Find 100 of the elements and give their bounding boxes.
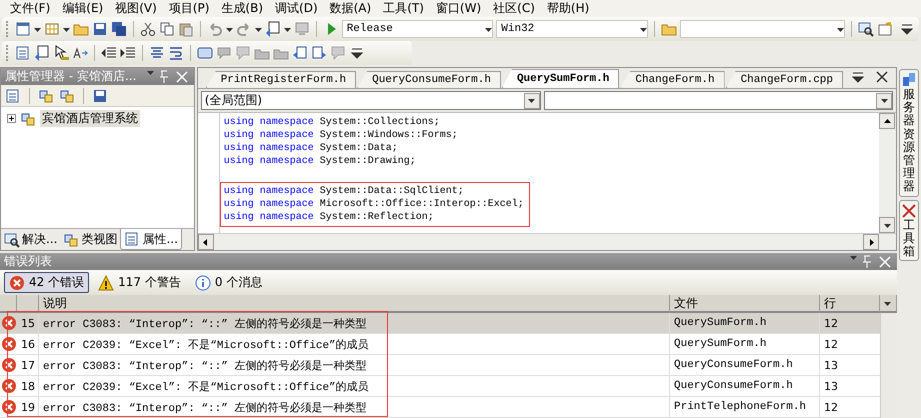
- properties-icon[interactable]: [877, 21, 894, 37]
- caret-icon[interactable]: [284, 26, 291, 32]
- wrap-icon[interactable]: [168, 45, 184, 61]
- column-header[interactable]: 行: [820, 295, 880, 313]
- filter-button[interactable]: 0 个消息: [190, 272, 268, 293]
- error-icon: [1, 336, 17, 352]
- table-cell: error C3083: “Interop”: “::” 左侧的符号必须是一种类型: [39, 313, 670, 334]
- menu-item[interactable]: 生成(B): [221, 0, 264, 17]
- platform-dropdown[interactable]: Win32: [496, 20, 648, 38]
- side-tab[interactable]: 服务器资源管理器: [899, 69, 919, 196]
- filter-button[interactable]: 42 个错误: [4, 272, 90, 293]
- table-row[interactable]: 19 error C3083: “Interop”: “::” 左侧的符号必须是一种类型 PrintTelephoneForm.h 12: [0, 397, 880, 418]
- table-cell: QueryConsumeForm.h: [670, 355, 820, 376]
- info-icon: [194, 274, 211, 290]
- file-tab[interactable]: QueryConsumeForm.h: [357, 71, 501, 88]
- table-cell: 19: [17, 397, 39, 418]
- save-all-icon[interactable]: [110, 21, 127, 37]
- caret-icon[interactable]: [62, 26, 70, 32]
- file-tab[interactable]: PrintRegisterForm.h: [206, 71, 356, 88]
- error-icon: [1, 357, 17, 373]
- table-row[interactable]: 16 error C2039: “Excel”: 不是“Microsoft::Office”的成员 QuerySumForm.h 12: [0, 334, 880, 355]
- member-dropdown[interactable]: [544, 91, 893, 110]
- table-row[interactable]: 15 error C3083: “Interop”: “::” 左侧的符号必须是一种类型 QuerySumForm.h 12: [0, 313, 880, 334]
- list-icon[interactable]: [15, 45, 31, 61]
- save-icon[interactable]: [92, 88, 108, 104]
- arrow-left-icon[interactable]: [202, 238, 210, 246]
- paste-icon[interactable]: [178, 21, 194, 37]
- arrow-right-icon[interactable]: [868, 238, 874, 246]
- table-cell: error C2039: “Excel”: 不是“Microsoft::Office”的成员: [39, 376, 670, 397]
- code-line: using namespace System::Data::SqlClient;: [224, 185, 465, 198]
- panel-tab[interactable]: 类视图: [60, 229, 120, 250]
- menu-item[interactable]: 工具(T): [383, 0, 424, 17]
- column-header[interactable]: [17, 295, 39, 313]
- table-cell: error C3083: “Interop”: “::” 左侧的符号必须是一种类型: [39, 397, 670, 418]
- file-tab[interactable]: ChangeForm.cpp: [726, 71, 843, 88]
- project-icon[interactable]: [20, 110, 36, 126]
- caret-icon[interactable]: [254, 26, 262, 32]
- menu-item[interactable]: 文件(F): [10, 0, 50, 17]
- close-icon[interactable]: [874, 69, 890, 85]
- menu-item[interactable]: 社区(C): [493, 0, 535, 17]
- error-icon: [1, 315, 17, 331]
- menu-item[interactable]: 窗口(W): [436, 0, 482, 17]
- column-header[interactable]: [0, 295, 17, 313]
- caret-icon[interactable]: [850, 254, 857, 260]
- copy-icon[interactable]: [158, 21, 175, 37]
- table-cell: 15: [17, 313, 39, 334]
- panel-tab[interactable]: 属性...: [120, 229, 182, 250]
- code-line: using namespace System::Windows::Forms;: [224, 129, 459, 142]
- menu-item[interactable]: 调试(D): [275, 0, 318, 17]
- code-line: using namespace System::Drawing;: [224, 155, 417, 168]
- table-row[interactable]: 18 error C2039: “Excel”: 不是“Microsoft::Office”的成员 QueryConsumeForm.h 13: [0, 376, 880, 397]
- panel-tab[interactable]: 解决...: [1, 229, 60, 250]
- code-line: using namespace System::Data;: [224, 142, 399, 155]
- code-line: using namespace Microsoft::Office::Interop::Excel;: [224, 198, 525, 211]
- save-icon[interactable]: [92, 21, 108, 37]
- menu-item[interactable]: 项目(P): [168, 0, 210, 17]
- back-icon[interactable]: [292, 45, 308, 61]
- new-window-icon[interactable]: [14, 21, 31, 37]
- grid-icon[interactable]: [44, 21, 60, 37]
- vertical-scrollbar[interactable]: [880, 313, 897, 418]
- menu-item[interactable]: 帮助(H): [546, 0, 590, 17]
- horizontal-scrollbar[interactable]: [198, 233, 896, 250]
- align-icon[interactable]: [149, 45, 165, 61]
- document-icon[interactable]: [264, 21, 281, 37]
- menu-item[interactable]: 编辑(E): [62, 0, 104, 17]
- column-header[interactable]: 文件: [670, 295, 820, 313]
- filter-button[interactable]: 117 个警告: [93, 272, 186, 293]
- scope-dropdown[interactable]: (全局范围): [200, 91, 541, 110]
- add-item-icon[interactable]: [38, 88, 54, 104]
- tree-item[interactable]: 宾馆酒店管理系统: [40, 110, 140, 127]
- caret-icon[interactable]: [226, 26, 233, 32]
- caret-icon[interactable]: [146, 68, 154, 76]
- cursor-icon[interactable]: [53, 45, 69, 61]
- column-header[interactable]: 说明: [39, 295, 670, 313]
- table-cell: QuerySumForm.h: [670, 334, 820, 355]
- panel-title: 属性管理器 - 宾馆酒店...: [5, 68, 136, 85]
- speech-bubble-icon[interactable]: [216, 45, 232, 61]
- table-row[interactable]: 17 error C3083: “Interop”: “::” 左侧的符号必须是一种类型 QueryConsumeForm.h 13: [0, 355, 880, 376]
- page-icon[interactable]: [34, 45, 50, 61]
- magnifier-icon[interactable]: [858, 21, 874, 37]
- scissors-icon[interactable]: [140, 21, 156, 37]
- file-tab[interactable]: QuerySumForm.h: [502, 69, 620, 88]
- caret-icon[interactable]: [884, 222, 890, 228]
- table-cell: error C3083: “Interop”: “::” 左侧的符号必须是一种类型: [39, 355, 670, 376]
- puzzle-icon[interactable]: [59, 88, 75, 104]
- menu-item[interactable]: 视图(V): [115, 0, 157, 17]
- list-icon[interactable]: [5, 88, 21, 104]
- forward-icon[interactable]: [311, 45, 327, 61]
- file-tab[interactable]: ChangeForm.h: [620, 71, 725, 88]
- menu-item[interactable]: 数据(A): [330, 0, 372, 17]
- caret-icon: [485, 26, 492, 32]
- arrow-up-icon[interactable]: [884, 118, 890, 124]
- configuration-dropdown[interactable]: Release: [342, 20, 494, 38]
- expand-toggle[interactable]: [7, 114, 16, 123]
- vertical-scrollbar[interactable]: [879, 113, 896, 233]
- caret-icon: [528, 97, 536, 104]
- rectangle-icon[interactable]: [197, 45, 213, 61]
- caret-icon[interactable]: [34, 26, 41, 32]
- side-tab[interactable]: 工具箱: [899, 200, 919, 262]
- font-icon[interactable]: [72, 45, 88, 61]
